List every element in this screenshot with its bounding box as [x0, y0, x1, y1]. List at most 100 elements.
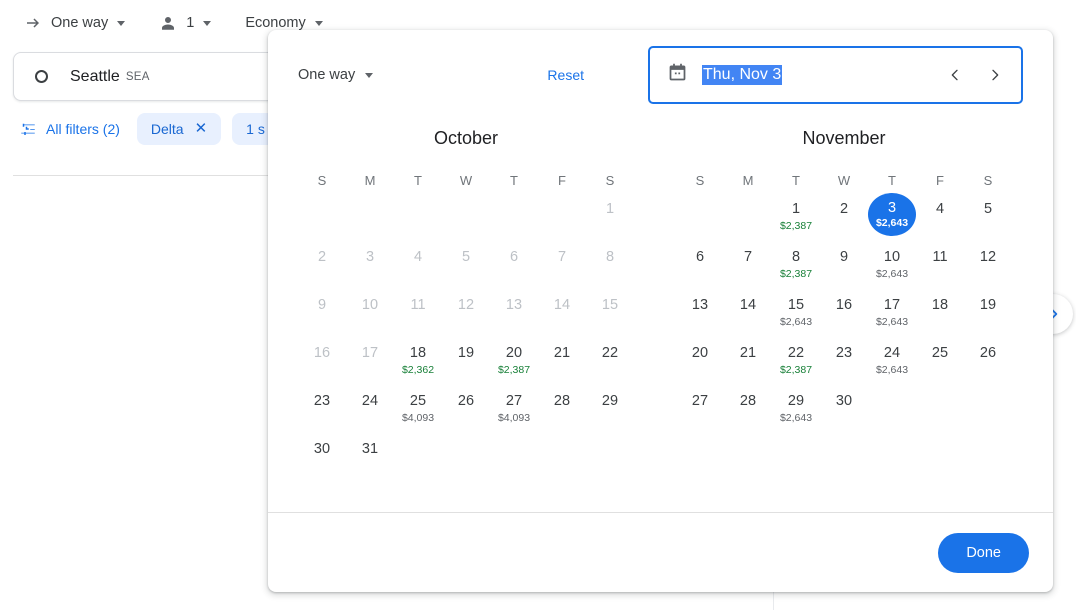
calendar-day[interactable]: 30 [820, 390, 868, 428]
calendar-cell-empty [394, 438, 442, 476]
calendar-day[interactable]: 14 [724, 294, 772, 332]
day-number: 2 [839, 201, 849, 217]
day-number: 3 [365, 249, 375, 265]
calendar-day[interactable]: 25 [916, 342, 964, 380]
calendar-day[interactable]: 23 [820, 342, 868, 380]
calendar-cell-empty [916, 390, 964, 428]
day-number: 4 [935, 201, 945, 217]
calendar-day: 7 [538, 246, 586, 284]
day-number: 13 [505, 297, 523, 313]
calendar-day[interactable]: 22 $2,387 [772, 342, 820, 380]
calendar-cell-empty [724, 198, 772, 236]
calendar-day-selected[interactable]: 3 $2,643 [868, 193, 916, 236]
day-number: 5 [461, 249, 471, 265]
next-month-button[interactable] [983, 63, 1007, 87]
calendar-day[interactable]: 27 [676, 390, 724, 428]
day-number: 12 [979, 249, 997, 265]
calendar-day[interactable]: 1 $2,387 [772, 198, 820, 236]
weekday-label: S [983, 173, 993, 188]
calendar-day[interactable]: 24 $2,643 [868, 342, 916, 380]
app-root: One way 1 Economy Seattle SEA All filter… [0, 0, 1076, 610]
day-price: $4,093 [497, 412, 531, 424]
day-number: 9 [839, 249, 849, 265]
calendar-day[interactable]: 26 [442, 390, 490, 428]
calendar-day[interactable]: 10 $2,643 [868, 246, 916, 284]
weekday-label: T [510, 173, 518, 188]
calendar-day[interactable]: 18 $2,362 [394, 342, 442, 380]
calendar-day[interactable]: 9 [820, 246, 868, 284]
calendar-day[interactable]: 19 [442, 342, 490, 380]
calendar-week-row: 27 28 29 $2,643 30 [676, 390, 1012, 428]
calendar-day: 15 [586, 294, 634, 332]
day-number: 28 [739, 393, 757, 409]
departure-date-value[interactable]: Thu, Nov 3 [702, 65, 783, 85]
calendar-day[interactable]: 28 [724, 390, 772, 428]
calendar-day[interactable]: 20 $2,387 [490, 342, 538, 380]
calendar-day[interactable]: 13 [676, 294, 724, 332]
weekday-label: F [936, 173, 944, 188]
calendar-cell-empty [346, 198, 394, 236]
weekday-label: F [558, 173, 566, 188]
calendar-week-row: 20 21 22 $2,387 23 24 $2,643 25 26 [676, 342, 1012, 380]
calendar-cell-empty [586, 438, 634, 476]
calendar-day[interactable]: 21 [538, 342, 586, 380]
day-number: 10 [361, 297, 379, 313]
day-number: 3 [887, 199, 897, 216]
day-number: 11 [932, 249, 948, 265]
calendar-cell-empty [490, 438, 538, 476]
calendar-day[interactable]: 21 [724, 342, 772, 380]
calendar-day[interactable]: 8 $2,387 [772, 246, 820, 284]
calendar-day: 10 [346, 294, 394, 332]
calendar-day[interactable]: 20 [676, 342, 724, 380]
all-filters-button[interactable]: All filters (2) [13, 120, 126, 138]
picker-trip-type-selector[interactable]: One way [298, 67, 374, 83]
origin-field-value[interactable]: Seattle [70, 68, 120, 86]
calendar-day[interactable]: 5 [964, 198, 1012, 236]
calendar-week-row: 1 $2,387 2 3 $2,643 4 5 [676, 193, 1012, 236]
calendar-day[interactable]: 17 $2,643 [868, 294, 916, 332]
calendar-day: 12 [442, 294, 490, 332]
calendar-day[interactable]: 28 [538, 390, 586, 428]
origin-airport-code: SEA [125, 70, 150, 83]
calendar-day[interactable]: 29 $2,643 [772, 390, 820, 428]
trip-type-selector[interactable]: One way [18, 7, 131, 39]
prev-month-button[interactable] [943, 63, 967, 87]
reset-button[interactable]: Reset [539, 61, 592, 89]
date-picker-footer: Done [268, 512, 1053, 592]
calendar-day[interactable]: 31 [346, 438, 394, 476]
picker-trip-type-label: One way [298, 67, 356, 83]
calendar-day[interactable]: 2 [820, 198, 868, 236]
weekday-label: W [459, 173, 473, 188]
calendar-day[interactable]: 22 [586, 342, 634, 380]
calendar-day[interactable]: 4 [916, 198, 964, 236]
calendar-day[interactable]: 11 [916, 246, 964, 284]
calendar-cell-empty [442, 438, 490, 476]
weekday-header-row: SMTWTFS [298, 173, 634, 188]
close-icon[interactable]: ✕ [195, 121, 208, 136]
calendar-day[interactable]: 29 [586, 390, 634, 428]
calendar-cell-empty [490, 198, 538, 236]
calendar-day[interactable]: 24 [346, 390, 394, 428]
calendar-day[interactable]: 15 $2,643 [772, 294, 820, 332]
calendar-week-row: 1 [298, 198, 634, 236]
calendar-day[interactable]: 12 [964, 246, 1012, 284]
calendar-day[interactable]: 6 [676, 246, 724, 284]
calendar-day[interactable]: 25 $4,093 [394, 390, 442, 428]
calendar-day[interactable]: 7 [724, 246, 772, 284]
day-price: $2,387 [497, 364, 531, 376]
day-number: 8 [605, 249, 615, 265]
departure-date-input[interactable]: Thu, Nov 3 [648, 46, 1023, 104]
calendar-day: 13 [490, 294, 538, 332]
calendar-day[interactable]: 19 [964, 294, 1012, 332]
done-button[interactable]: Done [938, 532, 1029, 573]
calendar-day[interactable]: 26 [964, 342, 1012, 380]
passenger-selector[interactable]: 1 [153, 7, 217, 39]
calendar-day[interactable]: 16 [820, 294, 868, 332]
calendar-day[interactable]: 30 [298, 438, 346, 476]
filter-chip-airline[interactable]: Delta ✕ [136, 112, 222, 145]
calendar-day[interactable]: 27 $4,093 [490, 390, 538, 428]
day-number: 26 [979, 345, 997, 361]
calendar-day[interactable]: 23 [298, 390, 346, 428]
day-number: 21 [553, 345, 571, 361]
calendar-day[interactable]: 18 [916, 294, 964, 332]
